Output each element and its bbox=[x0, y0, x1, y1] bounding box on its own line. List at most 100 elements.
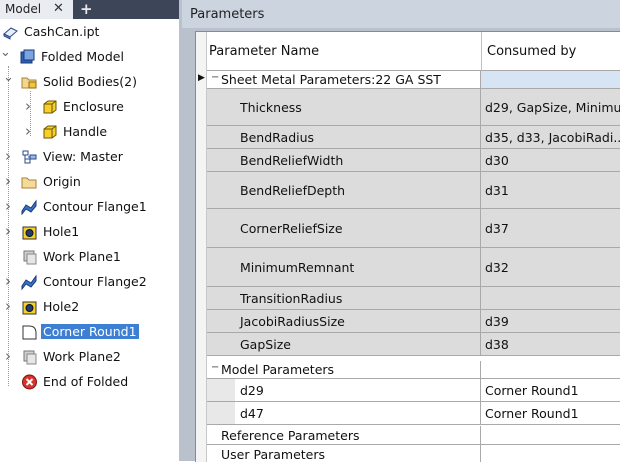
column-header-consumed-by[interactable]: Consumed by bbox=[487, 44, 576, 59]
view-rep-icon bbox=[21, 149, 38, 165]
parameters-grid: ▶ Parameter Name Consumed by − Sheet Met… bbox=[195, 31, 620, 462]
row-pointer-icon: ▶ bbox=[198, 73, 205, 83]
tree-item[interactable]: › Contour Flange2 bbox=[0, 271, 185, 293]
parameter-name-cell: BendReliefWidth bbox=[207, 149, 481, 172]
parameter-row[interactable]: BendReliefDepth d31 bbox=[207, 172, 620, 209]
parameter-row[interactable]: d47 Corner Round1 bbox=[207, 402, 620, 425]
tree-indent bbox=[207, 402, 235, 424]
column-header-parameter-name[interactable]: Parameter Name bbox=[209, 44, 319, 59]
add-tab-icon[interactable]: + bbox=[80, 0, 93, 18]
consumed-by-value: d30 bbox=[485, 153, 509, 168]
group-consumed-cell bbox=[481, 426, 620, 445]
tree-item[interactable]: ⌄ Solid Bodies(2) bbox=[0, 70, 185, 93]
tree-indent bbox=[207, 209, 235, 247]
parameter-name-cell: BendRadius bbox=[207, 126, 481, 149]
parameter-row[interactable]: BendRadius d35, d33, JacobiRadi... bbox=[207, 126, 620, 149]
group-row-sheet-metal[interactable]: − Sheet Metal Parameters:22 GA SST bbox=[207, 71, 620, 89]
parameter-name-cell: BendReliefDepth bbox=[207, 172, 481, 209]
grid-header: Parameter Name Consumed by bbox=[207, 32, 620, 71]
parameter-name: Thickness bbox=[240, 100, 302, 115]
contour-flange-icon bbox=[21, 274, 38, 291]
tree-item[interactable]: › Contour Flange1 bbox=[0, 196, 185, 218]
expand-chevron-icon[interactable]: › bbox=[3, 222, 13, 240]
parameter-name: BendReliefWidth bbox=[240, 153, 344, 168]
tree-item-label: Hole2 bbox=[43, 299, 80, 314]
parameter-name: TransitionRadius bbox=[240, 291, 343, 306]
parameter-row[interactable]: CornerReliefSize d37 bbox=[207, 209, 620, 248]
expand-chevron-icon[interactable]: › bbox=[3, 197, 13, 215]
tree-indent bbox=[207, 287, 235, 309]
tree-item[interactable]: › Enclosure bbox=[0, 96, 185, 118]
consumed-by-value: d37 bbox=[485, 221, 509, 236]
tree-item[interactable]: › Origin bbox=[0, 171, 185, 193]
consumed-by-value: d32 bbox=[485, 260, 509, 275]
parameters-dialog: Parameters ▶ Parameter Name Consumed by … bbox=[179, 0, 620, 462]
group-consumed-cell bbox=[481, 361, 620, 379]
tree-item[interactable]: Work Plane1 bbox=[0, 246, 185, 268]
solid-body-icon bbox=[41, 124, 58, 140]
tree-item[interactable]: CashCan.ipt bbox=[0, 21, 185, 43]
tab-model[interactable]: Model ✕ bbox=[0, 0, 73, 19]
parameter-row[interactable]: BendReliefWidth d30 bbox=[207, 149, 620, 172]
origin-folder-icon bbox=[21, 174, 38, 190]
consumed-by-cell: d29, GapSize, Minimu... bbox=[481, 89, 620, 126]
expand-chevron-icon[interactable]: › bbox=[3, 272, 13, 290]
corner-round-icon bbox=[21, 324, 38, 340]
expand-chevron-icon[interactable]: › bbox=[3, 347, 13, 365]
tree-item-label: Contour Flange2 bbox=[43, 274, 147, 289]
hole-icon bbox=[21, 299, 38, 315]
tree-item[interactable]: › Hole2 bbox=[0, 296, 185, 318]
tree-item[interactable]: › Work Plane2 bbox=[0, 346, 185, 368]
parameter-row[interactable]: Thickness d29, GapSize, Minimu... bbox=[207, 89, 620, 126]
parameter-name: CornerReliefSize bbox=[240, 221, 343, 236]
expand-chevron-icon[interactable]: › bbox=[23, 122, 33, 140]
group-consumed-cell bbox=[481, 71, 620, 89]
tree-item[interactable]: › View: Master bbox=[0, 146, 185, 168]
consumed-by-value: d35, d33, JacobiRadi... bbox=[485, 130, 620, 145]
parameter-name: BendReliefDepth bbox=[240, 183, 346, 198]
solid-body-icon bbox=[41, 99, 58, 115]
parameter-name: JacobiRadiusSize bbox=[240, 314, 345, 329]
tree-item-label: Handle bbox=[63, 124, 108, 139]
group-row-reference-parameters[interactable]: Reference Parameters bbox=[207, 426, 620, 445]
parameter-name-cell: CornerReliefSize bbox=[207, 209, 481, 248]
parameter-row[interactable]: MinimumRemnant d32 bbox=[207, 248, 620, 287]
consumed-by-value: d31 bbox=[485, 183, 509, 198]
expand-chevron-icon[interactable]: › bbox=[3, 172, 13, 190]
tree-item-label: Corner Round1 bbox=[41, 324, 139, 339]
group-name-cell: − Sheet Metal Parameters:22 GA SST bbox=[207, 71, 481, 89]
dialog-titlebar[interactable]: Parameters bbox=[182, 0, 620, 28]
end-of-part-icon bbox=[21, 374, 38, 390]
expand-chevron-icon[interactable]: › bbox=[3, 297, 13, 315]
tree-item-label: Work Plane2 bbox=[43, 349, 121, 364]
group-row-model-parameters[interactable]: − Model Parameters bbox=[207, 361, 620, 379]
expand-chevron-icon[interactable]: › bbox=[23, 97, 33, 115]
close-icon[interactable]: ✕ bbox=[53, 1, 64, 16]
group-row-user-parameters[interactable]: User Parameters bbox=[207, 445, 620, 462]
tree-item[interactable]: › Handle bbox=[0, 121, 185, 143]
parameter-row[interactable]: JacobiRadiusSize d39 bbox=[207, 310, 620, 333]
contour-flange-icon bbox=[21, 199, 38, 216]
group-label: Sheet Metal Parameters:22 GA SST bbox=[221, 72, 441, 87]
tree-item[interactable]: › Hole1 bbox=[0, 221, 185, 243]
collapse-chevron-icon[interactable]: ⌄ bbox=[3, 70, 14, 85]
parameter-row[interactable]: d29 Corner Round1 bbox=[207, 379, 620, 402]
tree-item[interactable]: ⌄ Folded Model bbox=[0, 45, 185, 68]
tree-item[interactable]: Corner Round1 bbox=[0, 321, 185, 343]
collapse-icon[interactable]: − bbox=[211, 362, 219, 373]
consumed-by-value: d38 bbox=[485, 337, 509, 352]
tree-item[interactable]: End of Folded bbox=[0, 371, 185, 393]
consumed-by-cell: d38 bbox=[481, 333, 620, 356]
browser-tab-bar: Model ✕ + bbox=[0, 0, 185, 19]
column-divider bbox=[481, 32, 482, 70]
parameter-name-cell: JacobiRadiusSize bbox=[207, 310, 481, 333]
parameter-row[interactable]: TransitionRadius bbox=[207, 287, 620, 310]
consumed-by-value: Corner Round1 bbox=[485, 406, 579, 421]
tree-indent bbox=[207, 126, 235, 148]
tree-item-label: Solid Bodies(2) bbox=[43, 74, 137, 89]
collapse-icon[interactable]: − bbox=[211, 72, 219, 83]
parameter-row[interactable]: GapSize d38 bbox=[207, 333, 620, 356]
collapse-chevron-icon[interactable]: ⌄ bbox=[0, 45, 11, 60]
tree-indent bbox=[207, 149, 235, 171]
expand-chevron-icon[interactable]: › bbox=[3, 147, 13, 165]
